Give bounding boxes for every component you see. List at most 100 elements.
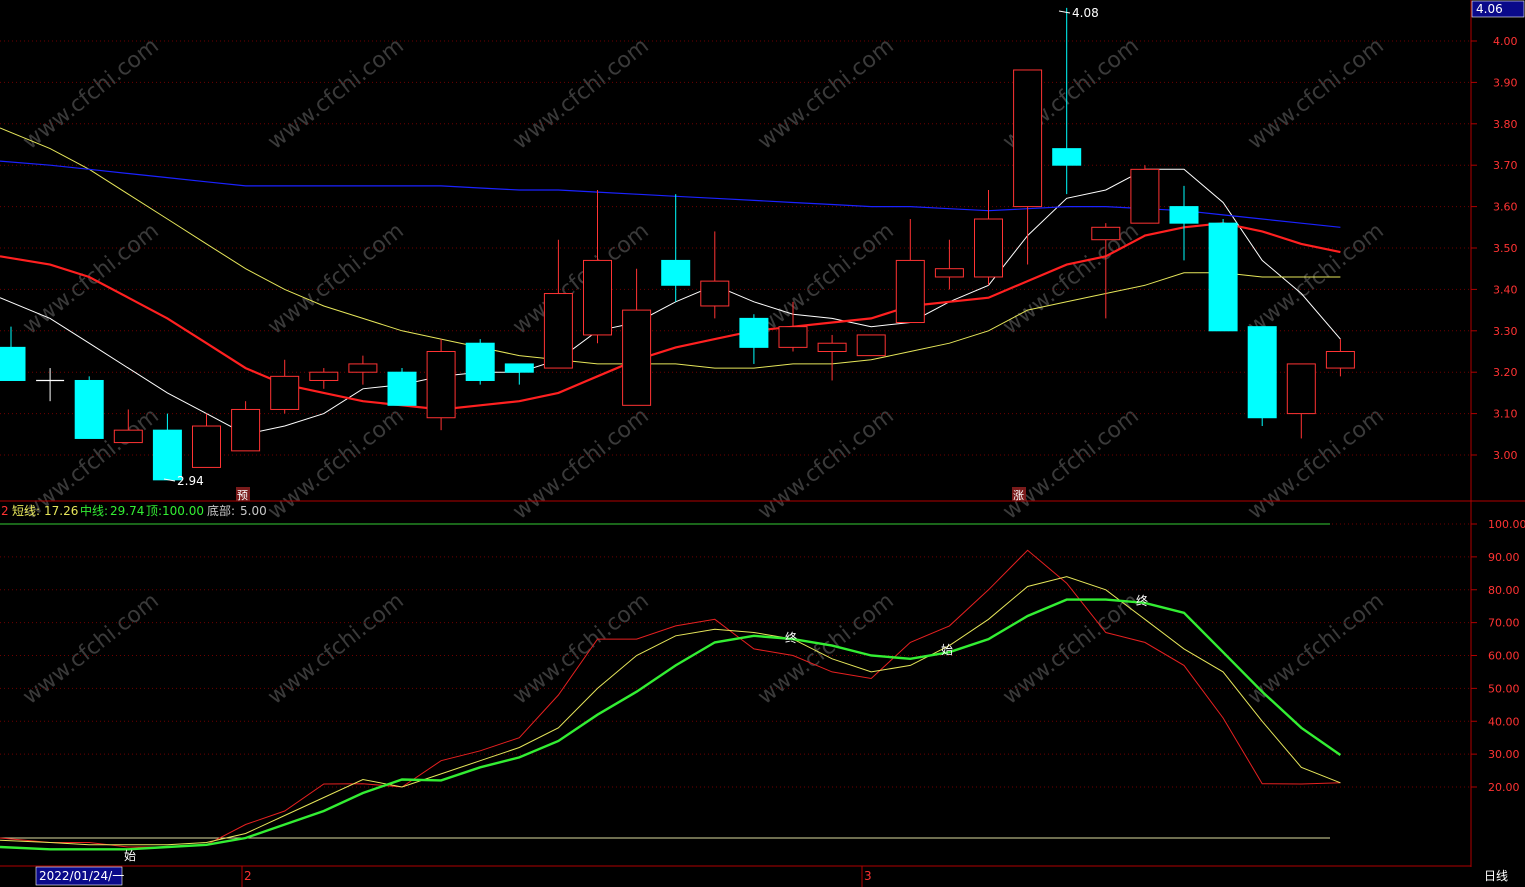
- price-line-ma_slow: [0, 127, 1341, 369]
- legend-top-label: 顶:: [146, 504, 162, 518]
- indicator-tick-label: 20.00: [1488, 781, 1520, 794]
- candle-body[interactable]: [1130, 168, 1160, 224]
- candle-body[interactable]: [504, 363, 534, 373]
- candle-body[interactable]: [895, 259, 925, 324]
- period-label[interactable]: 日线: [1484, 869, 1508, 883]
- candle-body[interactable]: [270, 375, 300, 410]
- indicator-tick-label: 90.00: [1488, 551, 1520, 564]
- candle-body[interactable]: [543, 293, 573, 369]
- legend-short-label: 短线:: [12, 504, 40, 518]
- legend-top-value: 100.00: [162, 504, 204, 518]
- watermark-text: www.cfchi.com: [18, 33, 163, 154]
- candle-body[interactable]: [622, 309, 652, 406]
- date-box-value: 2022/01/24/一: [39, 869, 124, 883]
- indicator-tick-label: 30.00: [1488, 748, 1520, 761]
- candle-body[interactable]: [1286, 363, 1316, 415]
- indicator-tick-label: 100.00: [1488, 518, 1525, 531]
- candle-body[interactable]: [974, 218, 1003, 278]
- candle-body[interactable]: [465, 342, 495, 381]
- indicator-grid: [0, 523, 1471, 788]
- price-tick-label: 3.80: [1493, 118, 1518, 131]
- watermark-layer: www.cfchi.com www.cfchi.com www.cfchi.com w…: [18, 33, 1388, 709]
- candle-body[interactable]: [817, 342, 847, 353]
- indicator-tick-label: 50.00: [1488, 682, 1520, 695]
- candle-body[interactable]: [74, 379, 104, 439]
- watermark-text: www.cfchi.com: [263, 588, 408, 709]
- candle-body[interactable]: [1169, 206, 1199, 224]
- price-tick-label: 4.00: [1493, 35, 1518, 48]
- watermark-text: www.cfchi.com: [263, 218, 408, 339]
- watermark-text: www.cfchi.com: [508, 403, 653, 524]
- indicator-tick-label: 80.00: [1488, 584, 1520, 597]
- candle-body[interactable]: [1325, 351, 1355, 369]
- watermark-text: www.cfchi.com: [18, 588, 163, 709]
- candle-body[interactable]: [152, 429, 182, 481]
- candle-body[interactable]: [113, 429, 143, 444]
- price-tick-label: 3.70: [1493, 159, 1518, 172]
- watermark-text: www.cfchi.com: [1243, 403, 1388, 524]
- candle-body[interactable]: [661, 259, 691, 286]
- indicator-tick-label: 70.00: [1488, 617, 1520, 630]
- indicator-axis: 20.00 30.00 40.00 50.00 60.00 70.00 80.00 90.00…: [1471, 518, 1525, 794]
- price-tick-label: 3.10: [1493, 408, 1518, 421]
- marker-zhang: 涨: [1013, 489, 1024, 502]
- legend-short-value: 17.26: [44, 504, 78, 518]
- candle-body[interactable]: [192, 425, 221, 468]
- marker-yu: 预: [237, 489, 248, 502]
- high-label-pointer: [1058, 10, 1071, 14]
- price-tick-label: 3.60: [1493, 201, 1518, 214]
- indicator-lines: [0, 523, 1342, 851]
- watermark-text: www.cfchi.com: [753, 218, 898, 339]
- candle-body[interactable]: [1247, 326, 1277, 419]
- candle-body[interactable]: [700, 280, 730, 307]
- watermark-text: www.cfchi.com: [508, 33, 653, 154]
- candle-body[interactable]: [1208, 222, 1238, 332]
- low-price-label: 2.94: [177, 474, 204, 488]
- legend-bottom-value: 5.00: [240, 504, 267, 518]
- candle-body[interactable]: [934, 268, 964, 278]
- legend-index: 2: [1, 504, 9, 518]
- watermark-text: www.cfchi.com: [753, 33, 898, 154]
- high-price-label: 4.08: [1072, 6, 1099, 20]
- candle-body[interactable]: [1013, 69, 1043, 208]
- candle-body[interactable]: [739, 317, 769, 348]
- indicator-mark-start-1: 始: [124, 849, 136, 863]
- legend-mid-label: 中线:: [80, 503, 108, 518]
- price-box-value: 4.06: [1476, 2, 1503, 16]
- indicator-line-ind_mid: [0, 598, 1342, 851]
- candle-body[interactable]: [583, 259, 612, 336]
- watermark-text: www.cfchi.com: [998, 403, 1143, 524]
- candle-body[interactable]: [778, 326, 808, 348]
- price-tick-label: 3.90: [1493, 76, 1518, 89]
- price-line-ma_mid: [0, 222, 1341, 411]
- watermark-text: www.cfchi.com: [753, 588, 898, 709]
- price-tick-label: 3.20: [1493, 366, 1518, 379]
- watermark-text: www.cfchi.com: [998, 588, 1143, 709]
- indicator-mark-start-2: 始: [941, 643, 953, 657]
- indicator-tick-label: 60.00: [1488, 650, 1520, 663]
- candle-body[interactable]: [231, 408, 261, 452]
- indicator-mark-end-2: 终: [1136, 593, 1148, 608]
- candlesticks[interactable]: [0, 7, 1355, 481]
- candle-body[interactable]: [856, 334, 886, 357]
- candle-body[interactable]: [426, 351, 456, 419]
- price-axis: 3.00 3.10 3.20 3.30 3.40 3.50 3.60 3.70 3.80 3.90…: [1471, 35, 1518, 462]
- watermark-text: www.cfchi.com: [998, 218, 1143, 339]
- watermark-text: www.cfchi.com: [508, 588, 653, 709]
- candle-body[interactable]: [1091, 226, 1121, 241]
- watermark-text: www.cfchi.com: [263, 33, 408, 154]
- indicator-tick-label: 40.00: [1488, 715, 1520, 728]
- indicator-line-ind_mid_thin: [0, 576, 1341, 846]
- month-label-2: 2: [244, 869, 252, 883]
- candle-body[interactable]: [0, 346, 26, 381]
- month-label-3: 3: [864, 869, 872, 883]
- candle-body[interactable]: [387, 371, 417, 406]
- watermark-text: www.cfchi.com: [1243, 218, 1388, 339]
- legend-mid-value: 29.74: [110, 504, 144, 518]
- price-tick-label: 3.30: [1493, 325, 1518, 338]
- candle-body[interactable]: [309, 371, 339, 381]
- candle-body[interactable]: [348, 363, 378, 373]
- candle-body[interactable]: [1052, 148, 1082, 166]
- stock-chart[interactable]: www.cfchi.com www.cfchi.com www.cfchi.com w…: [0, 0, 1525, 887]
- watermark-text: www.cfchi.com: [1243, 588, 1388, 709]
